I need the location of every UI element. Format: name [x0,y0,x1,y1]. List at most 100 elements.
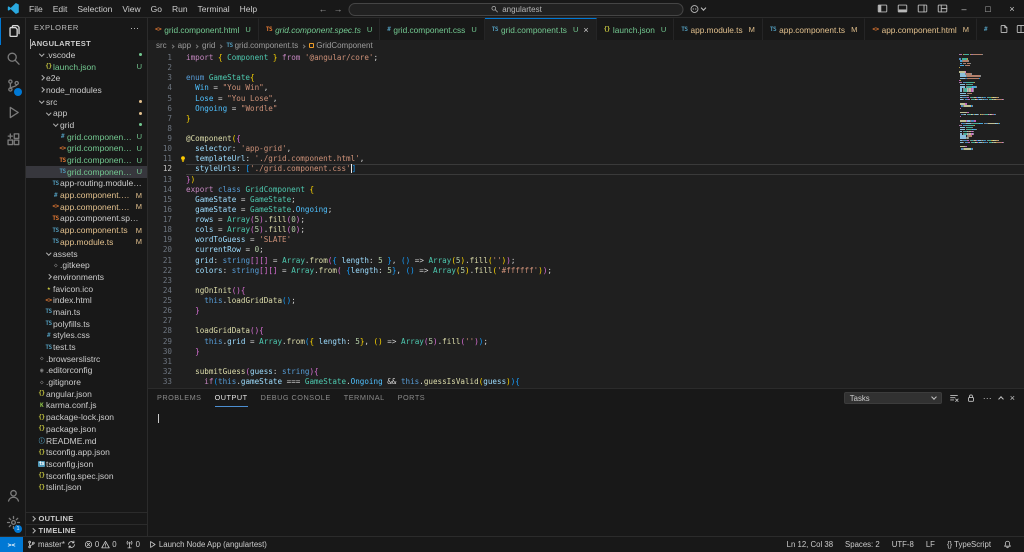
output-view[interactable] [148,407,1024,536]
panel-tab-problems[interactable]: PROBLEMS [157,389,202,407]
tree-item-index.html[interactable]: <> index.html [26,294,147,306]
tree-item-app.component.css[interactable]: # app.component.css M [26,189,147,201]
tab-grid.component.spec.ts[interactable]: TS grid.component.spec.ts U [258,18,381,40]
tree-item-.gitignore[interactable]: ◇ .gitignore [26,376,147,388]
tab-launch.json[interactable]: {} launch.json U [596,18,675,40]
tree-item-nodemodules[interactable]: node_modules [26,84,147,96]
activitybar-explorer[interactable] [0,18,25,45]
status-indentation[interactable]: Spaces: 2 [839,537,886,552]
panel-tab-debug-console[interactable]: DEBUG CONSOLE [261,389,331,407]
tab-grid.component.html[interactable]: <> grid.component.html U [148,18,259,40]
status-eol[interactable]: LF [920,537,941,552]
menu-run[interactable]: Run [167,4,193,14]
problems-status[interactable]: 00 [80,537,121,552]
tree-item-environments[interactable]: environments [26,271,147,283]
toggle-panel-button[interactable] [892,0,912,17]
ports-status[interactable]: 0 [121,537,144,552]
menu-terminal[interactable]: Terminal [193,4,235,14]
tree-item-tslint.json[interactable]: {} tslint.json [26,481,147,493]
activitybar-extensions[interactable] [0,126,25,153]
menu-edit[interactable]: Edit [48,4,73,14]
tree-item-grid.component.css[interactable]: # grid.component.css U [26,131,147,143]
tree-item-test.ts[interactable]: TS test.ts [26,341,147,353]
toggle-sidebar-button[interactable] [872,0,892,17]
breadcrumb-item-grid[interactable]: grid [202,41,215,50]
tree-item-grid.component.ts[interactable]: TS grid.component.ts U [26,165,147,178]
explorer-root-folder[interactable]: ANGULARTEST [26,37,147,49]
tree-item-main.ts[interactable]: TS main.ts [26,306,147,318]
tab-grid.component.css[interactable]: # grid.component.css U [380,18,485,40]
tab-app.component[interactable]: #app.component [977,18,992,40]
git-branch-status[interactable]: master* [23,537,80,552]
tree-item-grid.component.html[interactable]: <>grid.component.htmlU [26,143,147,155]
breadcrumb-item-src[interactable]: src [156,41,167,50]
menu-help[interactable]: Help [235,4,262,14]
tree-item-favicon.ico[interactable]: ★ favicon.ico [26,283,147,295]
code-editor[interactable]: 1 2 3 4 5 6 7 8 9 10 11 12 13 14 15 16 17 18 19 20 21 22 23 24 2… [148,51,1024,388]
tab-app.module.ts[interactable]: TS app.module.ts M [674,18,763,40]
tree-item-angular.json[interactable]: {} angular.json [26,388,147,400]
section-outline[interactable]: OUTLINE [26,512,147,524]
tree-item-assets[interactable]: assets [26,248,147,260]
tree-item-app-routing.module.ts[interactable]: TS app-routing.module.ts [26,178,147,190]
breadcrumb-item-GridComponent[interactable]: GridComponent [309,41,373,50]
activitybar-settings[interactable]: 1 [0,509,25,536]
explorer-more-actions[interactable]: ··· [130,23,139,33]
search-input[interactable]: angulartest [348,2,684,16]
tree-item-.vscode[interactable]: .vscode [26,49,147,61]
tree-item-launch.json[interactable]: {} launch.json U [26,61,147,73]
activitybar-accounts[interactable] [0,482,25,509]
status-notifications[interactable] [997,537,1018,552]
launch-task-status[interactable]: Launch Node App (angulartest) [144,537,271,552]
close-tab-icon[interactable]: × [583,25,588,35]
remote-indicator[interactable]: >< [0,537,23,552]
minimize-button[interactable]: – [952,0,976,17]
minimap[interactable] [959,54,1011,150]
forward-icon[interactable]: → [334,4,343,14]
tree-item-grid.component.spec.ts[interactable]: TSgrid.component.spec.tsU [26,154,147,166]
tree-item-README.md[interactable]: ⓘ README.md [26,435,147,447]
tree-item-karma.conf.js[interactable]: Kkarma.conf.js [26,400,147,412]
customize-layout-button[interactable] [932,0,952,17]
activitybar-source-control[interactable] [0,72,25,99]
tree-item-app[interactable]: app [26,107,147,119]
output-channel-select[interactable]: Tasks [843,392,942,404]
toggle-secondary-sidebar-button[interactable] [912,0,932,17]
activitybar-search[interactable] [0,45,25,72]
tree-item-grid[interactable]: grid [26,119,147,131]
tree-item-polyfills.ts[interactable]: TS polyfills.ts [26,318,147,330]
back-icon[interactable]: ← [319,4,328,14]
split-editor-button[interactable] [1016,24,1024,34]
tree-item-e2e[interactable]: e2e [26,72,147,84]
restore-button[interactable]: □ [976,0,1000,17]
tree-item-tsconfig.json[interactable]: ts tsconfig.json [26,458,147,470]
breadcrumb-item-grid.component.ts[interactable]: TS grid.component.ts [226,41,298,50]
tree-item-package.json[interactable]: {} package.json [26,423,147,435]
tree-item-app.component.ts[interactable]: TS app.component.ts M [26,224,147,236]
open-changes-button[interactable] [999,24,1009,34]
panel-tab-ports[interactable]: PORTS [398,389,426,407]
status-cursor-position[interactable]: Ln 12, Col 38 [781,537,839,552]
tree-item-app.component.spec.ts[interactable]: TS app.component.spec.ts [26,213,147,225]
status-language-mode[interactable]: {} TypeScript [941,537,997,552]
tree-item-package-lock.json[interactable]: {} package-lock.json [26,411,147,423]
panel-more-actions-button[interactable]: ··· [983,393,992,403]
status-encoding[interactable]: UTF-8 [886,537,920,552]
menu-view[interactable]: View [117,4,145,14]
maximize-panel-button[interactable] [997,396,1004,402]
tree-item-app.component.html[interactable]: <> app.component.html M [26,201,147,213]
copilot-menu[interactable] [690,4,707,14]
clear-output-button[interactable] [949,393,959,403]
tab-app.component.html[interactable]: <> app.component.html M [865,18,978,40]
tree-item-tsconfig.app.json[interactable]: {} tsconfig.app.json [26,446,147,458]
tab-app.component.ts[interactable]: TS app.component.ts M [762,18,866,40]
breadcrumb[interactable]: src app grid TS grid.component.ts GridCompone… [148,40,1024,51]
breadcrumb-item-app[interactable]: app [178,41,191,50]
close-button[interactable]: × [1000,0,1024,17]
tree-item-.editorconfig[interactable]: ◉ .editorconfig [26,365,147,377]
lock-button[interactable] [966,393,976,403]
tree-item-.gitkeep[interactable]: ◇ .gitkeep [26,259,147,271]
close-panel-button[interactable]: × [1010,393,1015,403]
panel-tab-terminal[interactable]: TERMINAL [344,389,385,407]
tab-grid.component.ts[interactable]: TS grid.component.ts U × [484,18,597,40]
